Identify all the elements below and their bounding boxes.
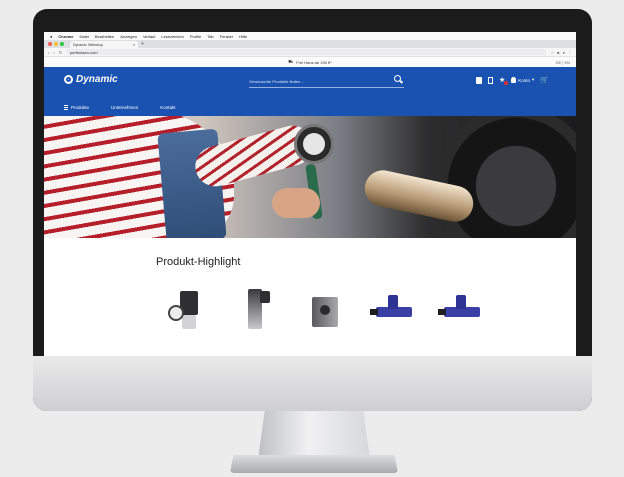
product-image-part xyxy=(260,291,270,303)
menubar-item[interactable]: Chrome xyxy=(58,34,73,39)
nav-label: Produkte xyxy=(71,105,90,110)
product-item[interactable] xyxy=(234,287,282,333)
back-icon[interactable]: ‹ xyxy=(48,50,49,55)
new-tab-button[interactable]: + xyxy=(141,41,144,47)
window-controls xyxy=(48,42,64,46)
address-bar: ‹ › ↻ perfectaeo.com ☆ ■ ● ⋮ xyxy=(44,48,576,57)
logo[interactable]: Dynamic xyxy=(64,74,118,85)
search-input[interactable]: Gewünschte Produkte finden... xyxy=(249,76,404,88)
product-item[interactable] xyxy=(166,287,214,333)
extensions-area: ☆ ■ ● ⋮ xyxy=(551,50,572,55)
extension-icon[interactable]: ■ xyxy=(557,50,559,55)
nav-label: Unternehmen xyxy=(111,105,139,110)
apple-icon[interactable]: ● xyxy=(50,34,52,39)
search-icon[interactable] xyxy=(394,75,401,82)
section-title: Produkt-Highlight xyxy=(156,256,241,268)
monitor-stand-foot xyxy=(230,455,398,473)
nav-label: Kontakt xyxy=(160,105,176,110)
bookmark-star-icon[interactable]: ☆ xyxy=(551,50,555,55)
url-text: perfectaeo.com xyxy=(70,49,98,55)
document-icon[interactable] xyxy=(488,76,493,84)
menubar-item[interactable]: Fenster xyxy=(220,34,234,39)
product-image-part xyxy=(320,305,330,315)
screen: ● Chrome Datei Bearbeiten Anzeigen Verla… xyxy=(44,32,576,356)
monitor-stand-neck xyxy=(258,411,370,459)
product-image-part xyxy=(370,309,378,315)
hero-pressure-gauge xyxy=(294,124,334,164)
truck-icon: ⛟ xyxy=(288,59,294,64)
chevron-down-icon: ▾ xyxy=(532,77,535,82)
account-label: Konto xyxy=(518,77,531,83)
account-menu[interactable]: Konto ▾ xyxy=(511,77,534,83)
product-image-part xyxy=(168,305,184,321)
menubar-item[interactable]: Profile xyxy=(190,34,201,39)
menubar-item[interactable]: Tab xyxy=(207,34,213,39)
product-highlight-list xyxy=(166,287,486,333)
forward-icon[interactable]: › xyxy=(53,50,54,55)
product-item[interactable] xyxy=(438,287,486,333)
browser-tab[interactable]: Dynamic Webshop × xyxy=(70,41,138,48)
logo-mark-icon xyxy=(64,75,73,84)
nav-item-produkte[interactable]: Produkte xyxy=(64,105,89,110)
promo-bar: ⛟ Frei Haus ab 150 €* DE | EN xyxy=(44,57,576,67)
tab-strip: Dynamic Webshop × + xyxy=(44,40,576,48)
cart-icon[interactable]: 🛒 xyxy=(540,76,549,84)
menu-icon[interactable]: ⋮ xyxy=(568,50,572,55)
language-switch[interactable]: DE | EN xyxy=(556,60,570,65)
search-placeholder: Gewünschte Produkte finden... xyxy=(249,79,304,84)
header-actions: ★ Konto ▾ 🛒 xyxy=(476,76,549,85)
product-image-part xyxy=(438,309,446,315)
reload-icon[interactable]: ↻ xyxy=(59,50,62,55)
product-image-part xyxy=(456,295,466,309)
product-image-part xyxy=(388,295,398,309)
menubar-item[interactable]: Datei xyxy=(80,34,89,39)
catalog-icon[interactable] xyxy=(476,76,482,84)
product-item[interactable] xyxy=(370,287,418,333)
main-nav: Produkte Unternehmen Kontakt xyxy=(64,105,176,110)
hero-image xyxy=(44,116,576,238)
logo-text: Dynamic xyxy=(76,74,118,85)
hamburger-icon xyxy=(64,105,68,110)
user-icon xyxy=(511,77,517,83)
monitor-chin xyxy=(33,356,592,411)
menubar-item[interactable]: Verlauf xyxy=(143,34,155,39)
site-header: Dynamic Gewünschte Produkte finden... ★ … xyxy=(44,67,576,116)
profile-icon[interactable]: ● xyxy=(563,50,565,55)
wishlist-icon[interactable]: ★ xyxy=(499,76,509,85)
minimize-window-button[interactable] xyxy=(54,42,58,46)
menubar-item[interactable]: Anzeigen xyxy=(120,34,137,39)
zoom-window-button[interactable] xyxy=(60,42,64,46)
tab-title: Dynamic Webshop xyxy=(73,42,104,47)
wishlist-badge xyxy=(504,81,509,85)
tab-close-icon[interactable]: × xyxy=(133,43,135,47)
close-window-button[interactable] xyxy=(48,42,52,46)
product-item[interactable] xyxy=(302,287,350,333)
nav-item-kontakt[interactable]: Kontakt xyxy=(160,105,175,110)
url-field[interactable]: perfectaeo.com xyxy=(66,49,547,55)
hero-hand xyxy=(272,188,320,218)
product-image-part xyxy=(182,315,196,329)
mac-menubar: ● Chrome Datei Bearbeiten Anzeigen Verla… xyxy=(44,32,576,40)
promo-text: Frei Haus ab 150 €* xyxy=(296,59,332,65)
menubar-item[interactable]: Bearbeiten xyxy=(95,34,114,39)
menubar-item[interactable]: Lesezeichen xyxy=(161,34,183,39)
nav-item-unternehmen[interactable]: Unternehmen xyxy=(111,105,138,110)
menubar-item[interactable]: Hilfe xyxy=(239,34,247,39)
